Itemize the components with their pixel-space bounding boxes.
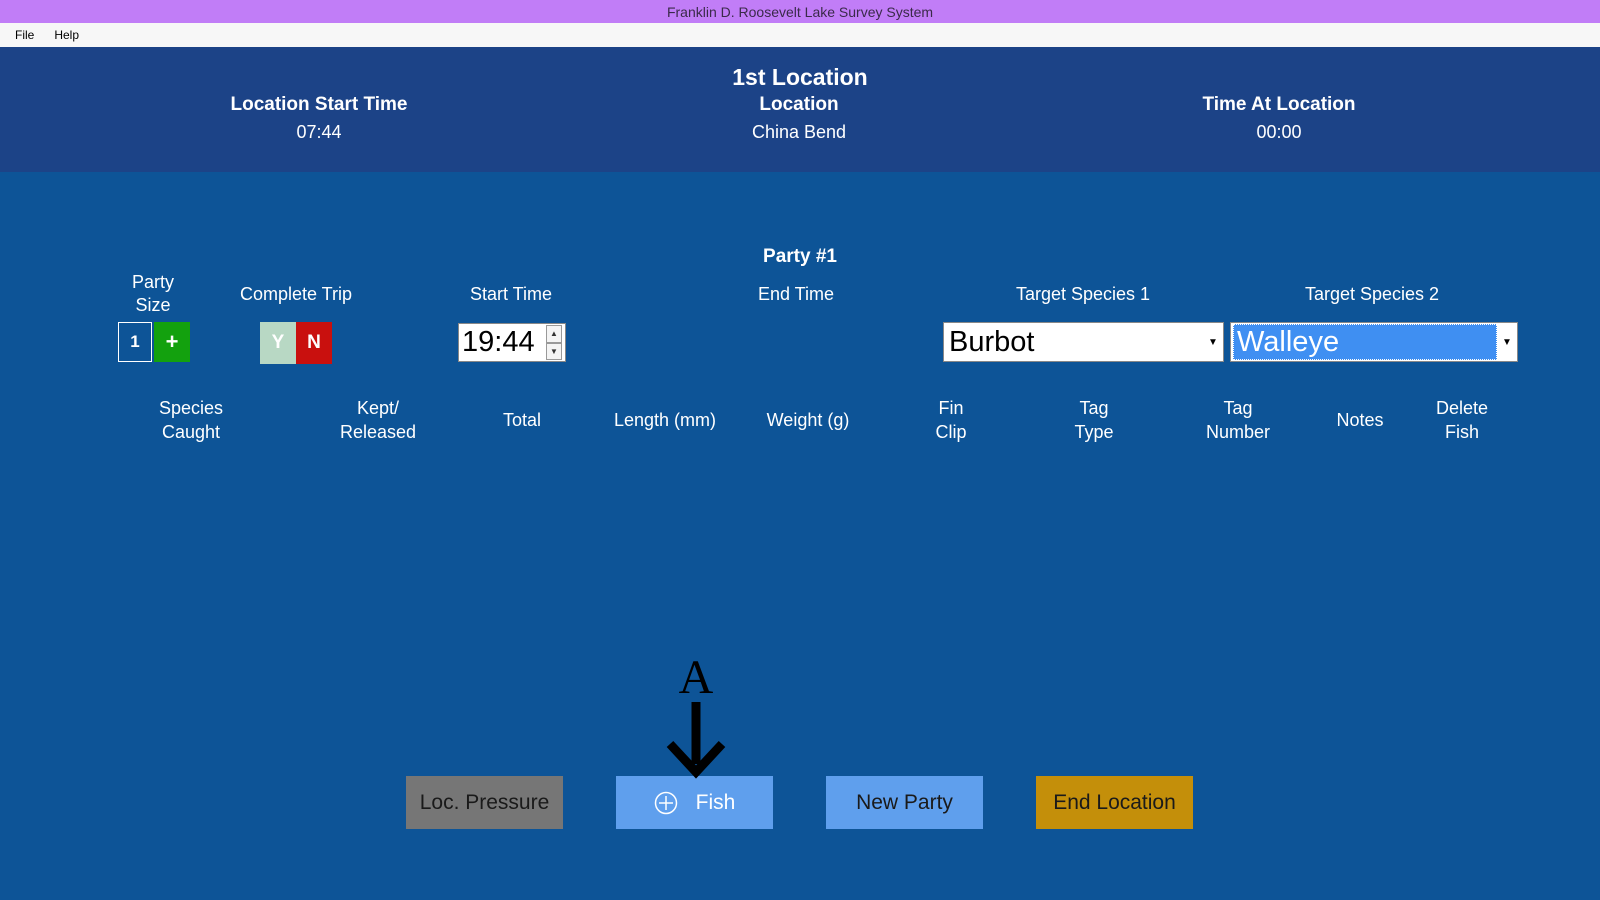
menu-file[interactable]: File — [7, 28, 42, 42]
location-value: China Bend — [751, 122, 847, 142]
location-start-time: Location Start Time 07:44 — [119, 94, 519, 143]
spin-down-icon[interactable]: ▼ — [546, 342, 562, 360]
col-fin-clip: Fin Clip — [935, 398, 967, 442]
start-time-value[interactable]: 19:44 — [459, 326, 546, 359]
col-kept-released: Kept/ Released — [339, 398, 417, 442]
col-total: Total — [502, 410, 542, 430]
add-fish-label: Fish — [695, 790, 736, 814]
spin-up-icon[interactable]: ▲ — [546, 325, 562, 343]
start-time-spinner[interactable]: ▲ ▼ — [546, 325, 562, 360]
col-length: Length (mm) — [613, 410, 717, 430]
location-start-time-label: Location Start Time — [230, 94, 408, 115]
time-at-location-label: Time At Location — [1202, 94, 1356, 115]
location-header: 1st Location Location Start Time 07:44 L… — [0, 47, 1600, 172]
loc-pressure-label: Loc. Pressure — [419, 790, 550, 814]
end-time-label: End Time — [757, 284, 835, 304]
add-fish-button[interactable]: Fish — [616, 776, 773, 829]
target-species-2-value[interactable]: Walleye — [1233, 324, 1497, 360]
target-species-1-value[interactable]: Burbot — [944, 326, 1203, 359]
target-species-1-select[interactable]: Burbot ▼ — [943, 322, 1224, 362]
add-circle-icon — [654, 791, 677, 814]
start-time-label: Start Time — [469, 284, 553, 304]
time-at-location: Time At Location 00:00 — [1079, 94, 1479, 143]
start-time-picker[interactable]: 19:44 ▲ ▼ — [458, 323, 566, 362]
col-tag-type: Tag Type — [1074, 398, 1114, 442]
menu-help[interactable]: Help — [46, 28, 87, 42]
time-at-location-value: 00:00 — [1256, 122, 1302, 142]
target-species-2-label: Target Species 2 — [1304, 284, 1440, 304]
target-species-2-select[interactable]: Walleye ▼ — [1230, 322, 1518, 362]
location-label: Location — [759, 94, 839, 115]
loc-pressure-button[interactable]: Loc. Pressure — [406, 776, 563, 829]
annotation-arrow-icon — [666, 702, 726, 779]
annotation-label: A — [678, 651, 714, 704]
complete-trip-label: Complete Trip — [239, 284, 353, 304]
party-size-label: Party Size — [131, 272, 174, 315]
chevron-down-icon[interactable]: ▼ — [1497, 337, 1517, 348]
window-title: Franklin D. Roosevelt Lake Survey System — [0, 0, 1600, 23]
location-start-time-value: 07:44 — [296, 122, 342, 142]
party-size-field[interactable]: 1 — [118, 322, 152, 362]
chevron-down-icon[interactable]: ▼ — [1203, 337, 1223, 348]
party-title: Party #1 — [763, 246, 837, 267]
col-tag-number: Tag Number — [1205, 398, 1271, 442]
party-size-plus-button[interactable]: + — [154, 322, 190, 362]
end-location-button[interactable]: End Location — [1036, 776, 1193, 829]
new-party-label: New Party — [856, 790, 953, 814]
menu-bar: File Help — [0, 23, 1600, 47]
new-party-button[interactable]: New Party — [826, 776, 983, 829]
end-location-label: End Location — [1053, 790, 1176, 814]
location-ordinal-title: 1st Location — [732, 64, 868, 90]
col-species-caught: Species Caught — [158, 398, 224, 442]
location-name: Location China Bend — [599, 94, 999, 143]
complete-trip-yes-button[interactable]: Y — [260, 322, 296, 364]
target-species-1-label: Target Species 1 — [1015, 284, 1151, 304]
col-delete-fish: Delete Fish — [1435, 398, 1489, 442]
complete-trip-no-button[interactable]: N — [296, 322, 332, 364]
col-weight: Weight (g) — [766, 410, 850, 430]
